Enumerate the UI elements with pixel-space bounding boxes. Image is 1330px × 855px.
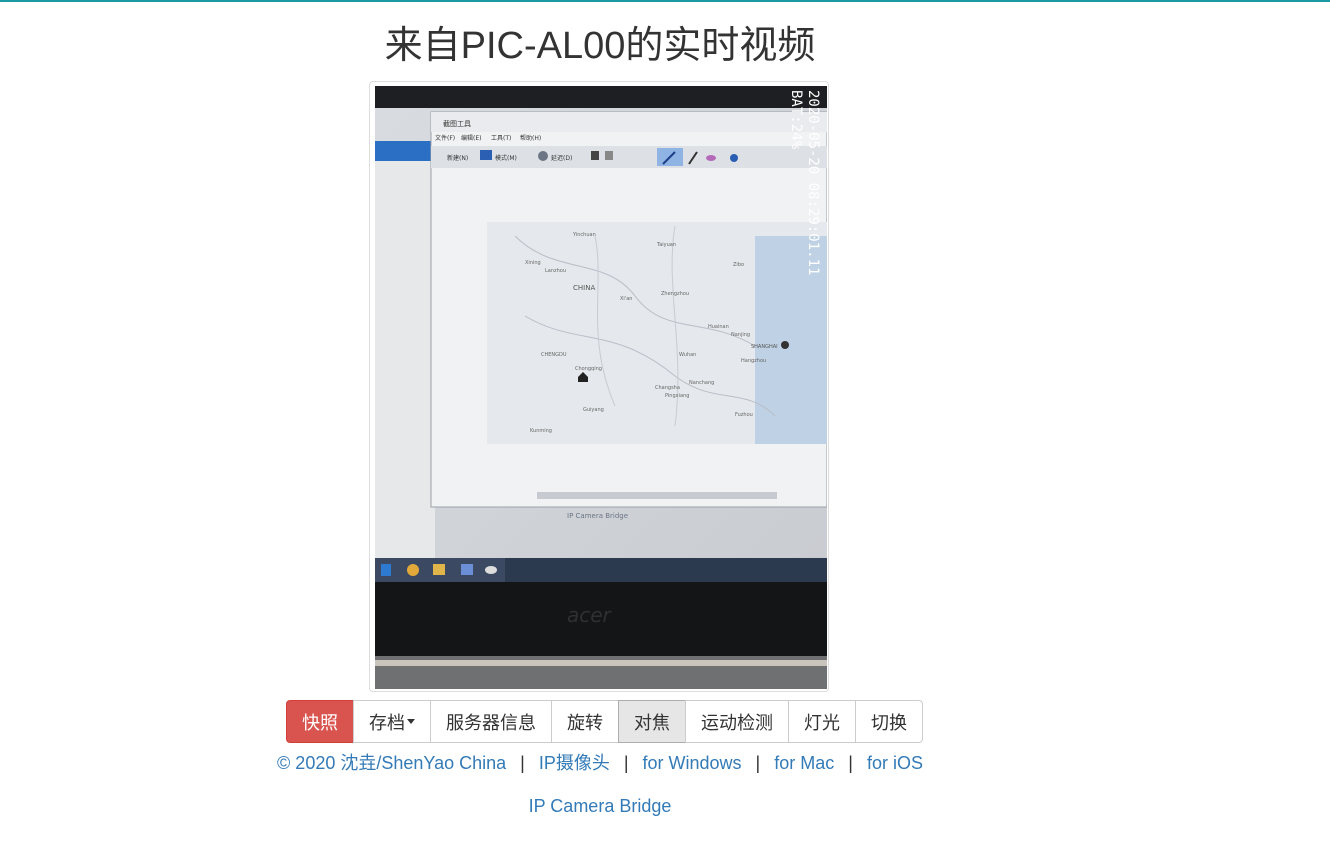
control-button-group: 快照 存档 服务器信息 旋转 对焦 运动检测 灯光 切换 bbox=[286, 700, 923, 743]
bridge-footer: IP Camera Bridge bbox=[0, 793, 1200, 819]
rotate-label: 旋转 bbox=[567, 712, 603, 733]
map-label: CHENGDU bbox=[541, 352, 567, 358]
ip-camera-link[interactable]: IP摄像头 bbox=[539, 753, 610, 773]
screen-menu-4: 帮助(H) bbox=[520, 134, 541, 142]
map-label: Kunming bbox=[530, 428, 552, 434]
overlay-datetime: 2020-05-20 08:29:01.11 bbox=[805, 90, 821, 275]
ios-link[interactable]: for iOS bbox=[867, 753, 923, 773]
map-label: Xining bbox=[525, 260, 541, 266]
screen-tool-1: 新建(N) bbox=[447, 154, 468, 162]
map-label: Nanchang bbox=[689, 380, 714, 386]
overlay-battery: BAT:24% bbox=[788, 90, 804, 150]
archive-label: 存档 bbox=[369, 712, 405, 733]
focus-label: 对焦 bbox=[634, 712, 670, 733]
map-label: Huainan bbox=[708, 324, 729, 330]
map-label: Pingxiang bbox=[665, 393, 689, 399]
motion-detect-button[interactable]: 运动检测 bbox=[685, 700, 789, 743]
top-accent-line bbox=[0, 0, 1330, 2]
map-label: Taiyuan bbox=[656, 242, 676, 248]
light-label: 灯光 bbox=[804, 712, 840, 733]
map-label: Fuzhou bbox=[735, 412, 753, 418]
screen-app-title: 截图工具 bbox=[443, 119, 471, 128]
motion-detect-label: 运动检测 bbox=[701, 712, 773, 733]
map-label: Nanjing bbox=[731, 332, 750, 338]
rotate-button[interactable]: 旋转 bbox=[551, 700, 619, 743]
server-info-label: 服务器信息 bbox=[446, 712, 536, 733]
snapshot-button[interactable]: 快照 bbox=[286, 700, 354, 743]
map-label: Changsha bbox=[655, 385, 680, 391]
screen-tool-3: 延迟(D) bbox=[551, 154, 572, 162]
copyright-link[interactable]: © 2020 沈垚/ShenYao China bbox=[277, 753, 506, 773]
footer-links: © 2020 沈垚/ShenYao China | IP摄像头 | for Window… bbox=[0, 750, 1200, 776]
snapshot-label: 快照 bbox=[302, 712, 338, 733]
separator: | bbox=[755, 753, 761, 773]
light-button[interactable]: 灯光 bbox=[788, 700, 856, 743]
server-info-button[interactable]: 服务器信息 bbox=[430, 700, 552, 743]
archive-dropdown-button[interactable]: 存档 bbox=[353, 700, 431, 743]
screen-tool-2: 模式(M) bbox=[495, 154, 517, 162]
windows-link[interactable]: for Windows bbox=[643, 753, 742, 773]
separator: | bbox=[520, 753, 525, 773]
map-label: Xi'an bbox=[620, 296, 632, 302]
live-video[interactable]: 截图工具 文件(F) 编辑(E) 工具(T) 帮助(H) 新建(N) 模式(M)… bbox=[375, 86, 827, 689]
map-label: Zibo bbox=[733, 262, 744, 268]
map-label: Wuhan bbox=[679, 352, 696, 358]
map-label: Chongqing bbox=[575, 366, 602, 372]
page-title: 来自PIC-AL00的实时视频 bbox=[384, 25, 816, 67]
video-frame: 截图工具 文件(F) 编辑(E) 工具(T) 帮助(H) 新建(N) 模式(M)… bbox=[369, 81, 829, 692]
laptop-brand: acer bbox=[567, 603, 613, 627]
focus-button[interactable]: 对焦 bbox=[618, 700, 686, 743]
screen-menu-2: 编辑(E) bbox=[461, 134, 481, 142]
map-label: CHINA bbox=[573, 284, 595, 292]
caret-down-icon bbox=[407, 719, 415, 724]
separator: | bbox=[623, 753, 629, 773]
screen-footer-text: IP Camera Bridge bbox=[567, 512, 628, 520]
screen-menu-3: 工具(T) bbox=[491, 135, 511, 142]
map-label: SHANGHAI bbox=[751, 344, 778, 350]
map-label: Yinchuan bbox=[572, 232, 596, 238]
map-label: Guiyang bbox=[583, 407, 604, 413]
switch-button[interactable]: 切换 bbox=[855, 700, 923, 743]
ip-camera-bridge-link[interactable]: IP Camera Bridge bbox=[529, 796, 672, 816]
mac-link[interactable]: for Mac bbox=[774, 753, 834, 773]
map-label: Lanzhou bbox=[545, 268, 566, 274]
map-label: Zhengzhou bbox=[661, 291, 689, 297]
map-label: Hangzhou bbox=[741, 358, 766, 364]
switch-label: 切换 bbox=[871, 712, 907, 733]
screen-menu-1: 文件(F) bbox=[435, 134, 455, 142]
separator: | bbox=[848, 753, 853, 773]
